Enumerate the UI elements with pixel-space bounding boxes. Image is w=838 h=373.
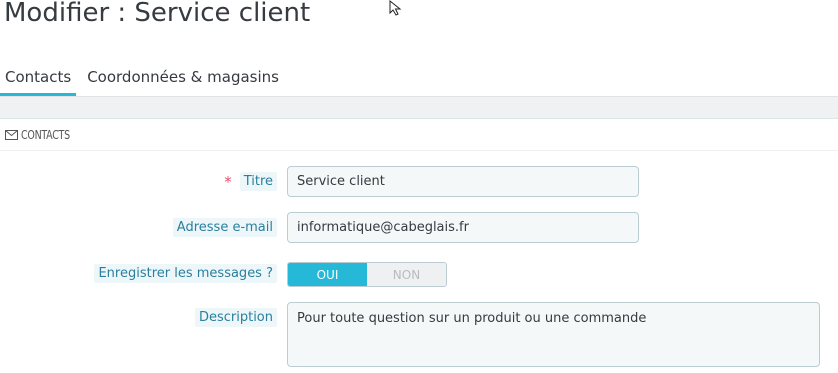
- email-label: Adresse e-mail: [172, 218, 277, 237]
- panel-heading: CONTACTS: [0, 119, 838, 151]
- envelope-icon: [5, 129, 18, 140]
- tab-bar: Contacts Coordonnées & magasins: [0, 62, 284, 96]
- form-row-save-messages: Enregistrer les messages ? OUI NON: [0, 262, 838, 287]
- save-messages-toggle[interactable]: OUI NON: [287, 262, 447, 287]
- mouse-cursor-icon: [389, 0, 402, 16]
- tab-contacts[interactable]: Contacts: [0, 62, 77, 96]
- tab-coordonnees-magasins[interactable]: Coordonnées & magasins: [82, 62, 284, 96]
- panel-heading-label: CONTACTS: [21, 127, 70, 142]
- toggle-option-oui[interactable]: OUI: [288, 263, 367, 286]
- description-textarea[interactable]: Pour toute question sur un produit ou un…: [287, 302, 820, 367]
- save-messages-label: Enregistrer les messages ?: [94, 264, 277, 283]
- title-input[interactable]: Service client: [287, 166, 639, 197]
- page-title: Modifier : Service client: [4, 0, 311, 28]
- form-row-title: * Titre Service client: [0, 166, 838, 197]
- title-label: Titre: [239, 172, 277, 191]
- description-label: Description: [194, 308, 277, 327]
- form-row-description: Description Pour toute question sur un p…: [0, 302, 838, 367]
- email-input[interactable]: informatique@cabeglais.fr: [287, 212, 639, 243]
- required-asterisk: *: [224, 172, 232, 191]
- tab-content-strip: [0, 96, 838, 119]
- toggle-option-non[interactable]: NON: [367, 263, 446, 286]
- form-row-email: Adresse e-mail informatique@cabeglais.fr: [0, 212, 838, 243]
